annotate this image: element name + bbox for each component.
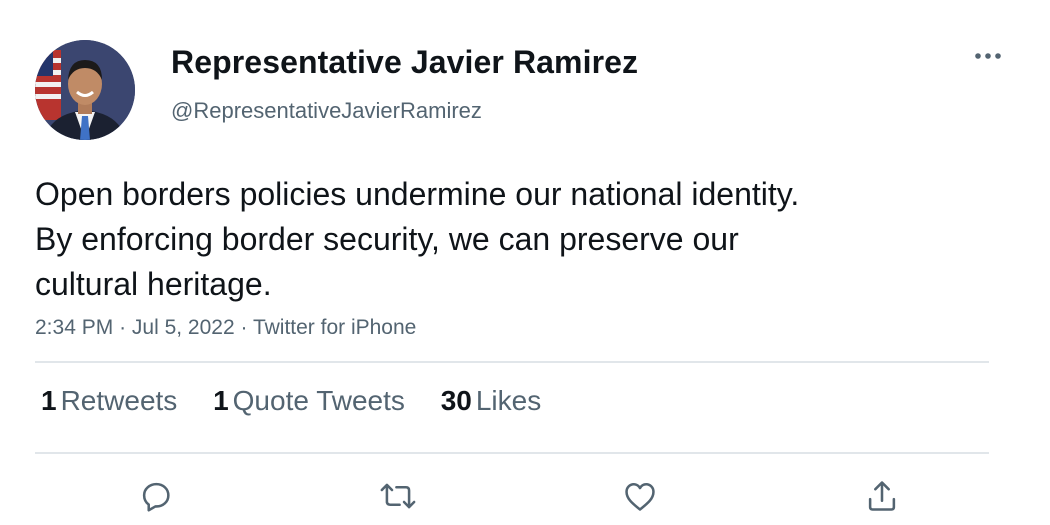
quote-tweets-label: Quote Tweets <box>232 385 405 416</box>
quote-tweets-count: 1 <box>213 385 229 416</box>
author-handle[interactable]: @RepresentativeJavierRamirez <box>171 98 482 124</box>
tweet-text-line: By enforcing border security, we can pre… <box>35 221 739 257</box>
profile-photo-icon <box>35 40 135 140</box>
tweet-text-line: Open borders policies undermine our nati… <box>35 176 800 212</box>
more-options-button[interactable] <box>970 42 1006 70</box>
reply-icon <box>142 482 170 512</box>
author-display-name[interactable]: Representative Javier Ramirez <box>171 44 638 81</box>
tweet-date[interactable]: Jul 5, 2022 <box>132 316 235 339</box>
tweet-text-line: cultural heritage. <box>35 266 272 302</box>
like-icon <box>625 483 655 511</box>
likes-count: 30 <box>440 385 472 416</box>
retweets-stat[interactable]: 1 Retweets <box>41 385 177 417</box>
meta-separator: · <box>119 316 132 339</box>
share-button[interactable] <box>860 474 904 518</box>
tweet-metadata: 2:34 PM · Jul 5, 2022 · Twitter for iPho… <box>35 316 416 340</box>
tweet-source[interactable]: Twitter for iPhone <box>253 316 416 339</box>
likes-label: Likes <box>475 385 542 416</box>
retweets-count: 1 <box>41 385 57 416</box>
like-button[interactable] <box>618 474 662 518</box>
retweet-icon <box>380 483 416 509</box>
reply-button[interactable] <box>134 474 178 518</box>
likes-stat[interactable]: 30 Likes <box>441 385 542 417</box>
avatar[interactable] <box>35 40 135 140</box>
divider <box>35 452 989 454</box>
tweet-text: Open borders policies undermine our nati… <box>35 172 935 307</box>
tweet-time[interactable]: 2:34 PM <box>35 316 113 339</box>
divider <box>35 361 989 363</box>
meta-separator: · <box>240 316 253 339</box>
share-icon <box>868 481 896 511</box>
engagement-stats: 1 Retweets 1 Quote Tweets 30 Likes <box>41 385 569 417</box>
more-dots-icon <box>975 53 1001 59</box>
retweet-button[interactable] <box>376 474 420 518</box>
retweets-label: Retweets <box>60 385 178 416</box>
quote-tweets-stat[interactable]: 1 Quote Tweets <box>213 385 405 417</box>
